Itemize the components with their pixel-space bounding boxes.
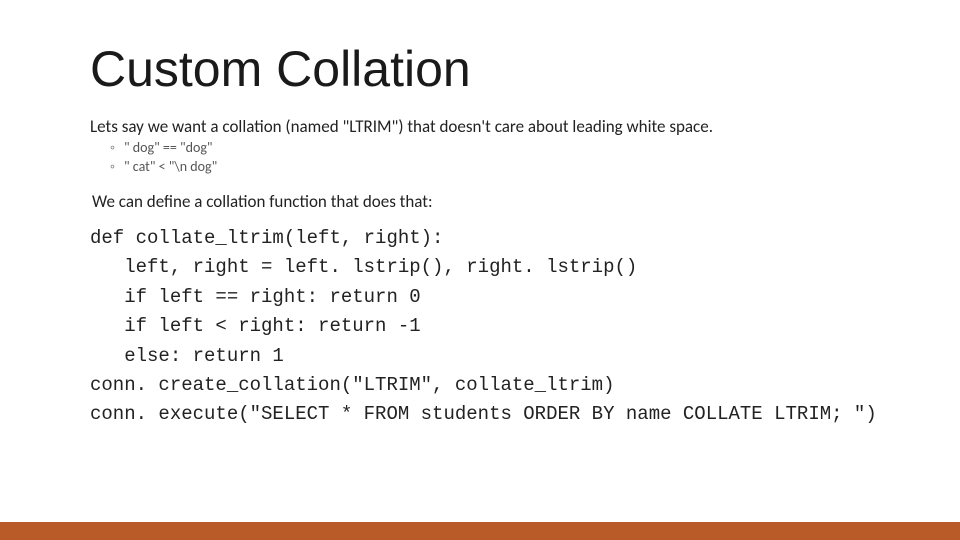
accent-bar <box>0 522 960 540</box>
intro-text: Lets say we want a collation (named "LTR… <box>90 116 870 137</box>
slide: Custom Collation Lets say we want a coll… <box>0 0 960 540</box>
example-bullets: " dog" == "dog" " cat" < "\n dog" <box>90 139 870 177</box>
definition-text: We can define a collation function that … <box>92 191 870 212</box>
bullet-item: " dog" == "dog" <box>110 139 870 158</box>
slide-title: Custom Collation <box>90 40 870 98</box>
bullet-item: " cat" < "\n dog" <box>110 158 870 177</box>
code-block: def collate_ltrim(left, right): left, ri… <box>90 224 870 430</box>
